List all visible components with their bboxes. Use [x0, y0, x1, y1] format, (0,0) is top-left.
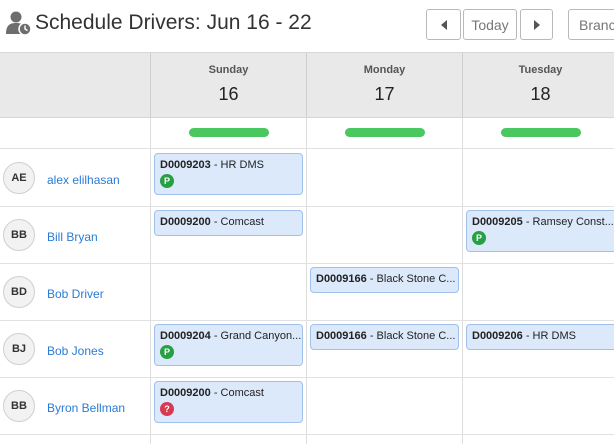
status-badge: P — [160, 345, 174, 359]
user-clock-icon — [6, 11, 32, 36]
event-customer: - Grand Canyon... — [210, 330, 302, 342]
driver-name-link[interactable]: Byron Bellman — [47, 401, 125, 415]
avatar: AE — [3, 162, 35, 194]
status-badge: ? — [160, 402, 174, 416]
status-badge: P — [160, 174, 174, 188]
day-number: 16 — [218, 84, 239, 104]
page-title: Schedule Drivers: Jun 16 - 22 — [35, 11, 312, 34]
avatar: BB — [3, 219, 35, 251]
day-header-tuesday: Tuesday 18 — [462, 53, 614, 117]
row-divider — [0, 263, 614, 264]
schedule-event[interactable]: D0009200 - Comcast ? — [154, 381, 303, 423]
event-customer: - HR DMS — [210, 159, 264, 171]
event-customer: - Comcast — [210, 216, 264, 228]
event-customer: - Ramsey Const... — [522, 216, 614, 228]
event-code: D0009203 — [160, 159, 211, 171]
today-button[interactable]: Today — [463, 9, 517, 40]
day-number: 18 — [530, 84, 551, 104]
triangle-right-icon — [533, 19, 540, 30]
day-header-monday: Monday 17 — [306, 53, 462, 117]
event-code: D0009166 — [316, 273, 367, 285]
schedule-event[interactable]: D0009206 - HR DMS — [466, 324, 614, 350]
grid-divider — [462, 118, 463, 444]
event-code: D0009200 — [160, 216, 211, 228]
schedule-event[interactable]: D0009166 - Black Stone C... — [310, 267, 459, 293]
row-divider — [0, 148, 614, 149]
event-customer: - HR DMS — [522, 330, 576, 342]
event-code: D0009205 — [472, 216, 523, 228]
triangle-left-icon — [440, 19, 447, 30]
status-badge: P — [472, 231, 486, 245]
event-customer: - Black Stone C... — [366, 330, 456, 342]
driver-name-link[interactable]: Bob Driver — [47, 287, 104, 301]
day-name: Tuesday — [518, 64, 563, 76]
day-header-sunday: Sunday 16 — [150, 53, 306, 117]
grid-divider — [306, 118, 307, 444]
row-divider — [0, 434, 614, 435]
schedule-event[interactable]: D0009204 - Grand Canyon... P — [154, 324, 303, 366]
toolbar: Schedule Drivers: Jun 16 - 22 Today Bran… — [0, 0, 614, 52]
next-week-button[interactable] — [520, 9, 553, 40]
day-name: Sunday — [208, 64, 249, 76]
day-capacity-bar — [189, 128, 269, 137]
schedule-event[interactable]: D0009203 - HR DMS P — [154, 153, 303, 195]
event-code: D0009204 — [160, 330, 211, 342]
day-capacity-bar — [345, 128, 425, 137]
schedule-event[interactable]: D0009205 - Ramsey Const... P — [466, 210, 614, 252]
day-capacity-bar — [501, 128, 581, 137]
event-code: D0009200 — [160, 387, 211, 399]
schedule-event[interactable]: D0009200 - Comcast — [154, 210, 303, 236]
row-divider — [0, 377, 614, 378]
driver-name-link[interactable]: Bob Jones — [47, 344, 104, 358]
driver-name-link[interactable]: Bill Bryan — [47, 230, 98, 244]
grid-divider — [150, 118, 151, 444]
event-code: D0009206 — [472, 330, 523, 342]
event-customer: - Black Stone C... — [366, 273, 456, 285]
branch-button[interactable]: Branch — [568, 9, 614, 40]
schedule-event[interactable]: D0009166 - Black Stone C... — [310, 324, 459, 350]
avatar: BJ — [3, 333, 35, 365]
row-divider — [0, 320, 614, 321]
day-header-bar: Sunday 16 Monday 17 Tuesday 18 — [0, 52, 614, 118]
driver-name-link[interactable]: alex elilhasan — [47, 173, 120, 187]
day-number: 17 — [374, 84, 395, 104]
event-customer: - Comcast — [210, 387, 264, 399]
avatar: BD — [3, 276, 35, 308]
previous-week-button[interactable] — [426, 9, 461, 40]
event-code: D0009166 — [316, 330, 367, 342]
avatar: BB — [3, 390, 35, 422]
row-divider — [0, 206, 614, 207]
day-name: Monday — [363, 64, 406, 76]
